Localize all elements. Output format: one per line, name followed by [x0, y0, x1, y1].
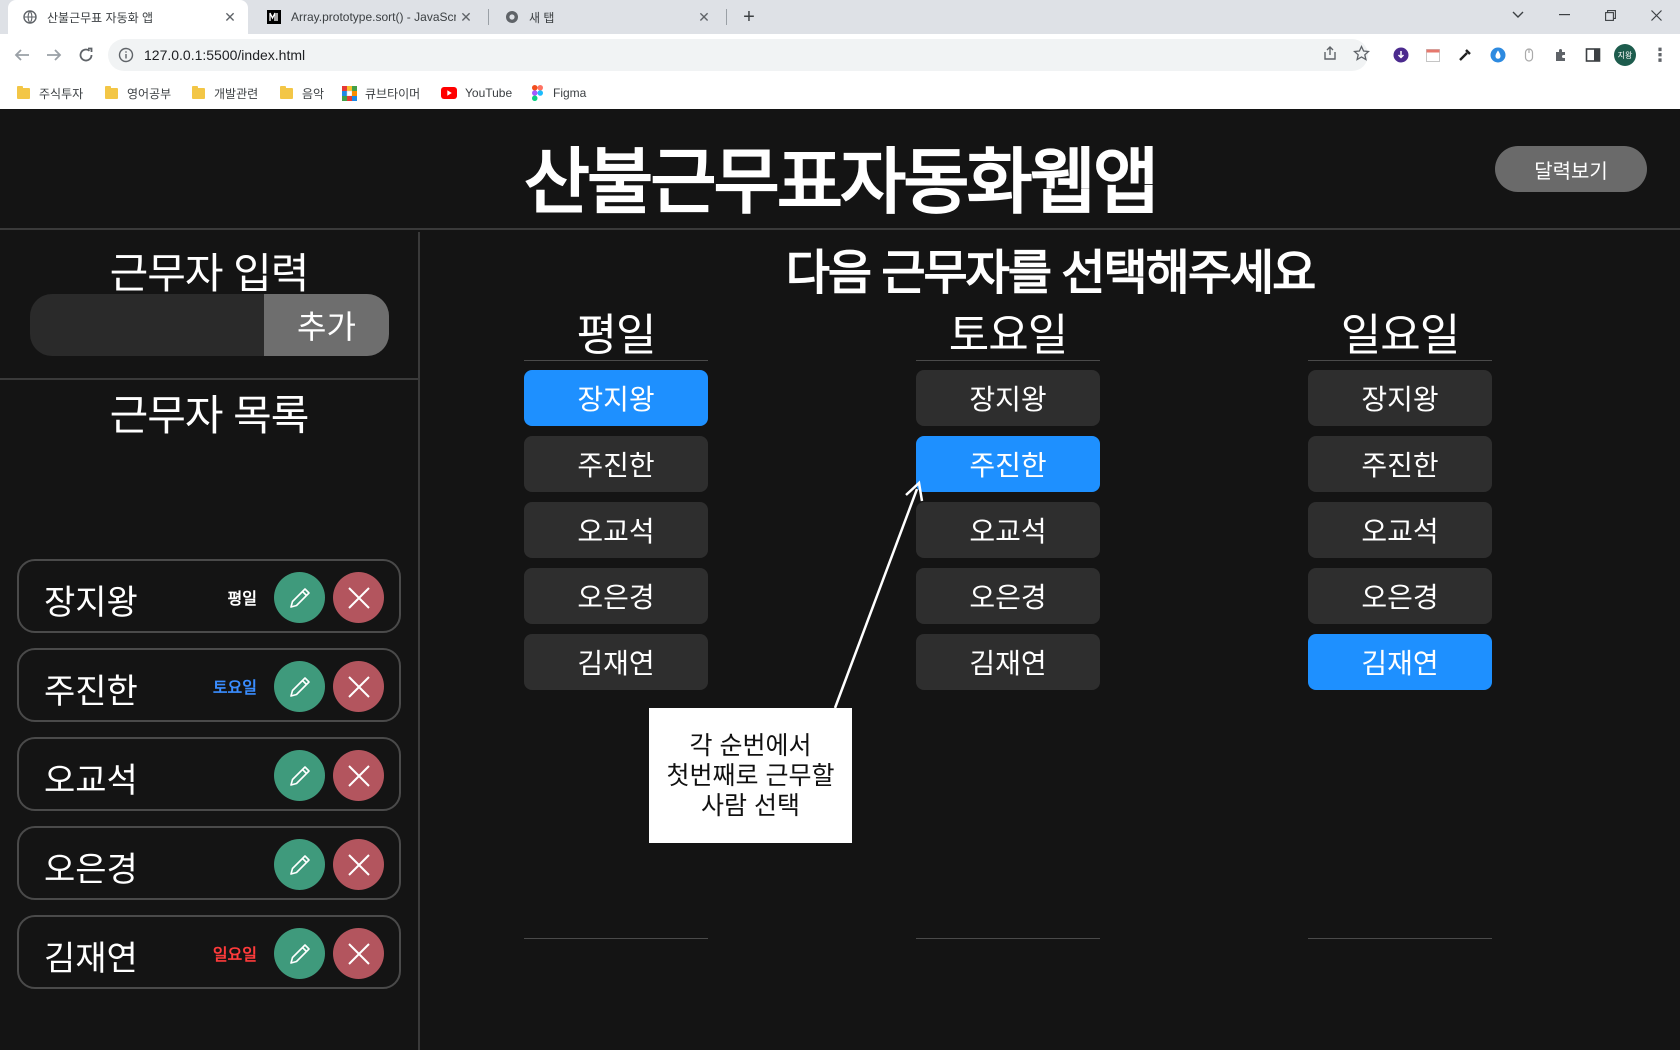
calendar-extension-icon[interactable]: [1424, 46, 1442, 64]
tab-bar: 산불근무표 자동화 앱 ✕ Array.prototype.sort() - J…: [0, 0, 1680, 34]
bookmark-folder[interactable]: 주식투자: [15, 84, 83, 102]
annotation-line: 첫번째로 근무할: [666, 761, 835, 790]
browser-chrome: 산불근무표 자동화 앱 ✕ Array.prototype.sort() - J…: [0, 0, 1680, 109]
mouse-extension-icon[interactable]: [1520, 46, 1538, 64]
address-bar[interactable]: 127.0.0.1:5500/index.html: [108, 39, 1368, 71]
folder-icon: [278, 85, 294, 101]
tab-new[interactable]: 새 탭 ✕: [490, 0, 722, 34]
tab-search-icon[interactable]: [1495, 0, 1541, 30]
minimize-icon[interactable]: [1541, 0, 1587, 30]
annotation-note: 각 순번에서 첫번째로 근무할 사람 선택: [649, 708, 852, 843]
tab-title: Array.prototype.sort() - JavaScri: [291, 10, 456, 24]
globe-icon: [22, 9, 38, 25]
restore-icon[interactable]: [1587, 0, 1633, 30]
annotation-arrow: [833, 480, 924, 709]
bookmark-folder[interactable]: 음악: [278, 84, 324, 102]
close-icon[interactable]: ✕: [220, 7, 240, 27]
bookmark-link[interactable]: 큐브타이머: [341, 84, 420, 102]
reload-icon[interactable]: [74, 43, 98, 67]
bookmarks-bar: 주식투자 영어공부 개발관련 음악 큐브타이머 YouTube Figma: [0, 76, 1680, 109]
close-window-icon[interactable]: [1633, 0, 1679, 30]
folder-icon: [190, 85, 206, 101]
annotation-line: 사람 선택: [701, 791, 800, 820]
app-root: 산불근무표자동화웹앱 달력보기 근무자 입력 추가 근무자 목록 장지왕 평일 …: [0, 109, 1680, 1050]
mdn-icon: [266, 9, 282, 25]
new-tab-button[interactable]: +: [737, 5, 761, 29]
cube-timer-icon: [341, 85, 357, 101]
close-icon[interactable]: ✕: [694, 7, 714, 27]
tab-title: 산불근무표 자동화 앱: [47, 10, 154, 25]
folder-icon: [15, 85, 31, 101]
tab-separator: [488, 9, 489, 25]
bookmark-link[interactable]: YouTube: [441, 84, 512, 102]
browser-toolbar: 127.0.0.1:5500/index.html 지왕 ⋮: [0, 34, 1680, 76]
youtube-icon: [441, 85, 457, 101]
tab-separator: [726, 9, 727, 25]
bookmark-link[interactable]: Figma: [529, 84, 586, 102]
close-icon[interactable]: ✕: [456, 7, 476, 27]
side-panel-icon[interactable]: [1584, 46, 1602, 64]
star-icon[interactable]: [1348, 40, 1374, 66]
share-icon[interactable]: [1317, 40, 1343, 66]
url-text: 127.0.0.1:5500/index.html: [144, 47, 306, 63]
tab-active[interactable]: 산불근무표 자동화 앱 ✕: [8, 0, 248, 34]
eyedropper-extension-icon[interactable]: [1456, 46, 1474, 64]
forward-icon[interactable]: [42, 43, 66, 67]
folder-icon: [103, 85, 119, 101]
bookmark-folder[interactable]: 영어공부: [103, 84, 171, 102]
extensions-puzzle-icon[interactable]: [1552, 46, 1570, 64]
profile-avatar[interactable]: 지왕: [1614, 44, 1636, 66]
info-icon[interactable]: [118, 47, 134, 63]
bookmark-folder[interactable]: 개발관련: [190, 84, 258, 102]
back-icon[interactable]: [10, 43, 34, 67]
download-extension-icon[interactable]: [1392, 46, 1410, 64]
tab-mdn[interactable]: Array.prototype.sort() - JavaScri ✕: [252, 0, 484, 34]
tab-title: 새 탭: [529, 10, 555, 25]
figma-icon: [529, 85, 545, 101]
menu-icon[interactable]: ⋮: [1650, 44, 1670, 66]
annotation-line: 각 순번에서: [689, 731, 812, 760]
drop-extension-icon[interactable]: [1489, 46, 1507, 64]
chrome-icon: [504, 9, 520, 25]
